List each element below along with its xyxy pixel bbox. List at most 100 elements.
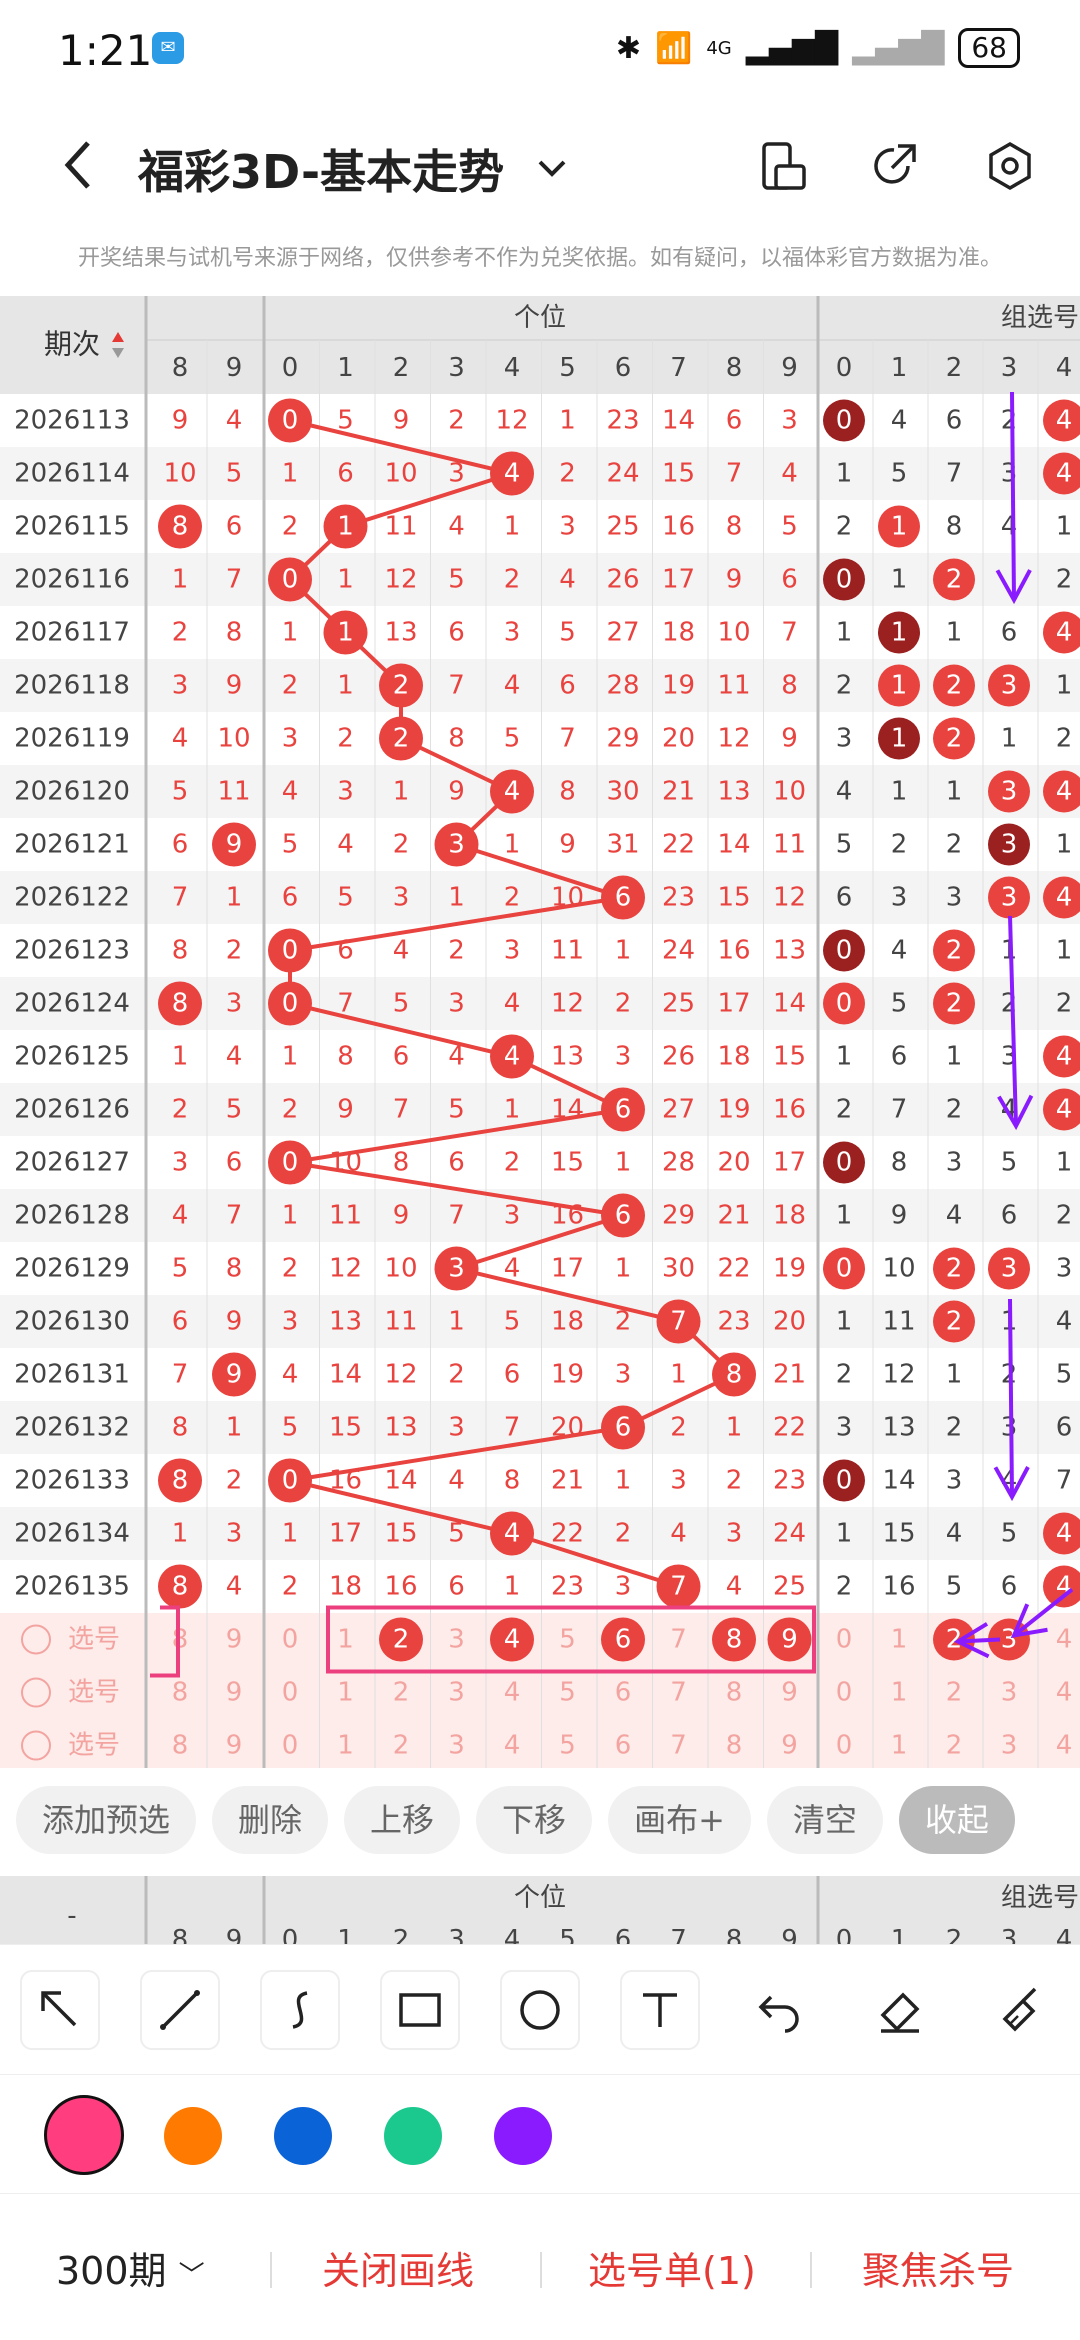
miss-count: 3: [448, 989, 465, 1019]
settings-icon[interactable]: [984, 140, 1036, 192]
prev-miss-count: 8: [226, 1254, 243, 1284]
group-miss-count: 2: [1056, 989, 1073, 1019]
trend-grid[interactable]: 期次个位 组选号8 9 0 1 2 3 4 5 6 7 8 9 0 1 2 3 42026113 9 4 0 5 9 2 12 1…: [0, 296, 1080, 1768]
secondary-digit: 6: [615, 1925, 632, 1944]
trend-table[interactable]: 期次 个位 组选号 8 9 0 1 2 3 4 5 6 7 8 9 0 1 2 3 4 2026113 9 4 0 5 9 2 12 1…: [0, 296, 1080, 1768]
prev-miss-count: 4: [226, 1042, 243, 1072]
miss-count: 2: [448, 1360, 465, 1390]
prev-miss-count: 8: [226, 618, 243, 648]
hit-number: 6: [615, 1201, 632, 1231]
wifi-icon: 📶: [655, 30, 693, 66]
group-hit-number: 4: [1056, 1095, 1073, 1125]
miss-count: 23: [662, 883, 695, 913]
prev-miss-count: 6: [226, 1148, 243, 1178]
chevron-down-icon[interactable]: [532, 148, 572, 188]
move-up-button[interactable]: 上移: [344, 1786, 461, 1854]
miss-count: 12: [551, 989, 584, 1019]
screen-split-icon[interactable]: [758, 140, 810, 192]
group-hit-number: 0: [836, 565, 853, 595]
color-swatch-orange[interactable]: [164, 2107, 222, 2165]
table-row: [0, 1083, 1080, 1136]
miss-count: 14: [384, 1466, 417, 1496]
hit-number: 1: [337, 512, 354, 542]
clear-brush-icon[interactable]: [980, 1970, 1060, 2050]
color-swatch-pink[interactable]: [44, 2095, 124, 2175]
divider: [540, 2252, 542, 2288]
group-hit-number: 0: [836, 406, 853, 436]
selection-list-button[interactable]: 选号单(1): [588, 2240, 756, 2295]
select-digit: 9: [226, 1678, 243, 1708]
move-down-button[interactable]: 下移: [476, 1786, 593, 1854]
clear-button[interactable]: 清空: [766, 1786, 883, 1854]
group-miss-count: 5: [1001, 1148, 1018, 1178]
rectangle-icon[interactable]: [380, 1969, 460, 2050]
group-hit-number: 4: [1056, 1042, 1073, 1072]
select-digit: 1: [337, 1731, 354, 1761]
prev-miss-count: 1: [172, 565, 189, 595]
prev-hit-number: 8: [172, 1466, 189, 1496]
color-swatch-green[interactable]: [384, 2107, 442, 2165]
prev-miss-count: 7: [226, 565, 243, 595]
secondary-digit: 1: [337, 1925, 354, 1944]
add-preselect-button[interactable]: 添加预选: [16, 1786, 197, 1854]
select-digit: 9: [226, 1625, 243, 1655]
prev-miss-count: 3: [226, 1519, 243, 1549]
select-group-digit: 3: [1001, 1731, 1018, 1761]
secondary-digit: 9: [781, 1925, 798, 1944]
prev-hit-number: 9: [226, 1360, 243, 1390]
group-miss-count: 4: [946, 1201, 963, 1231]
delete-button[interactable]: 删除: [212, 1786, 329, 1854]
miss-count: 20: [717, 1148, 750, 1178]
circle-icon[interactable]: [500, 1969, 580, 2050]
group-miss-count: 16: [882, 1572, 915, 1602]
secondary-digit: 2: [393, 1925, 410, 1944]
miss-count: 4: [448, 1042, 465, 1072]
period-selector[interactable]: 300期 ﹀: [56, 2240, 205, 2295]
miss-count: 5: [393, 989, 410, 1019]
miss-count: 14: [551, 1095, 584, 1125]
digit-header: 5: [559, 353, 576, 383]
period-label: 300期: [56, 2249, 167, 2293]
page-title[interactable]: 福彩3D-基本走势: [138, 136, 504, 202]
miss-count: 2: [393, 830, 410, 860]
miss-count: 13: [384, 618, 417, 648]
miss-count: 8: [781, 671, 798, 701]
collapse-button[interactable]: 收起: [898, 1786, 1015, 1854]
miss-count: 6: [448, 1572, 465, 1602]
text-icon[interactable]: [620, 1969, 700, 2050]
undo-icon[interactable]: [740, 1970, 820, 2050]
miss-count: 1: [337, 671, 354, 701]
hit-number: 4: [504, 777, 521, 807]
miss-count: 3: [615, 1572, 632, 1602]
color-swatch-purple[interactable]: [494, 2107, 552, 2165]
miss-count: 3: [726, 1519, 743, 1549]
hit-number: 0: [282, 406, 299, 436]
table-row: [0, 1401, 1080, 1454]
color-palette: [0, 2074, 1080, 2194]
group-miss-count: 1: [836, 1201, 853, 1231]
line-icon[interactable]: [140, 1969, 220, 2050]
select-digit: 8: [172, 1678, 189, 1708]
back-icon[interactable]: [50, 135, 110, 195]
group-miss-count: 9: [891, 1201, 908, 1231]
share-icon[interactable]: [868, 140, 920, 192]
digit-header: 8: [726, 353, 743, 383]
prev-miss-count: 10: [163, 459, 196, 489]
prev-hit-number: 8: [172, 989, 189, 1019]
miss-count: 18: [717, 1042, 750, 1072]
focus-kill-button[interactable]: 聚焦杀号: [862, 2240, 1014, 2295]
miss-count: 9: [726, 565, 743, 595]
curve-icon[interactable]: [260, 1969, 340, 2050]
digit-header: 9: [781, 353, 798, 383]
color-swatch-blue[interactable]: [274, 2107, 332, 2165]
canvas-plus-button[interactable]: 画布+: [608, 1786, 751, 1854]
miss-count: 5: [448, 1095, 465, 1125]
miss-count: 2: [670, 1413, 687, 1443]
digit-header: 0: [282, 353, 299, 383]
miss-count: 13: [329, 1307, 362, 1337]
select-digit: 7: [670, 1625, 687, 1655]
table-row: [0, 553, 1080, 606]
pointer-icon[interactable]: [20, 1969, 100, 2050]
eraser-icon[interactable]: [860, 1970, 940, 2050]
close-drawing-button[interactable]: 关闭画线: [322, 2240, 474, 2295]
